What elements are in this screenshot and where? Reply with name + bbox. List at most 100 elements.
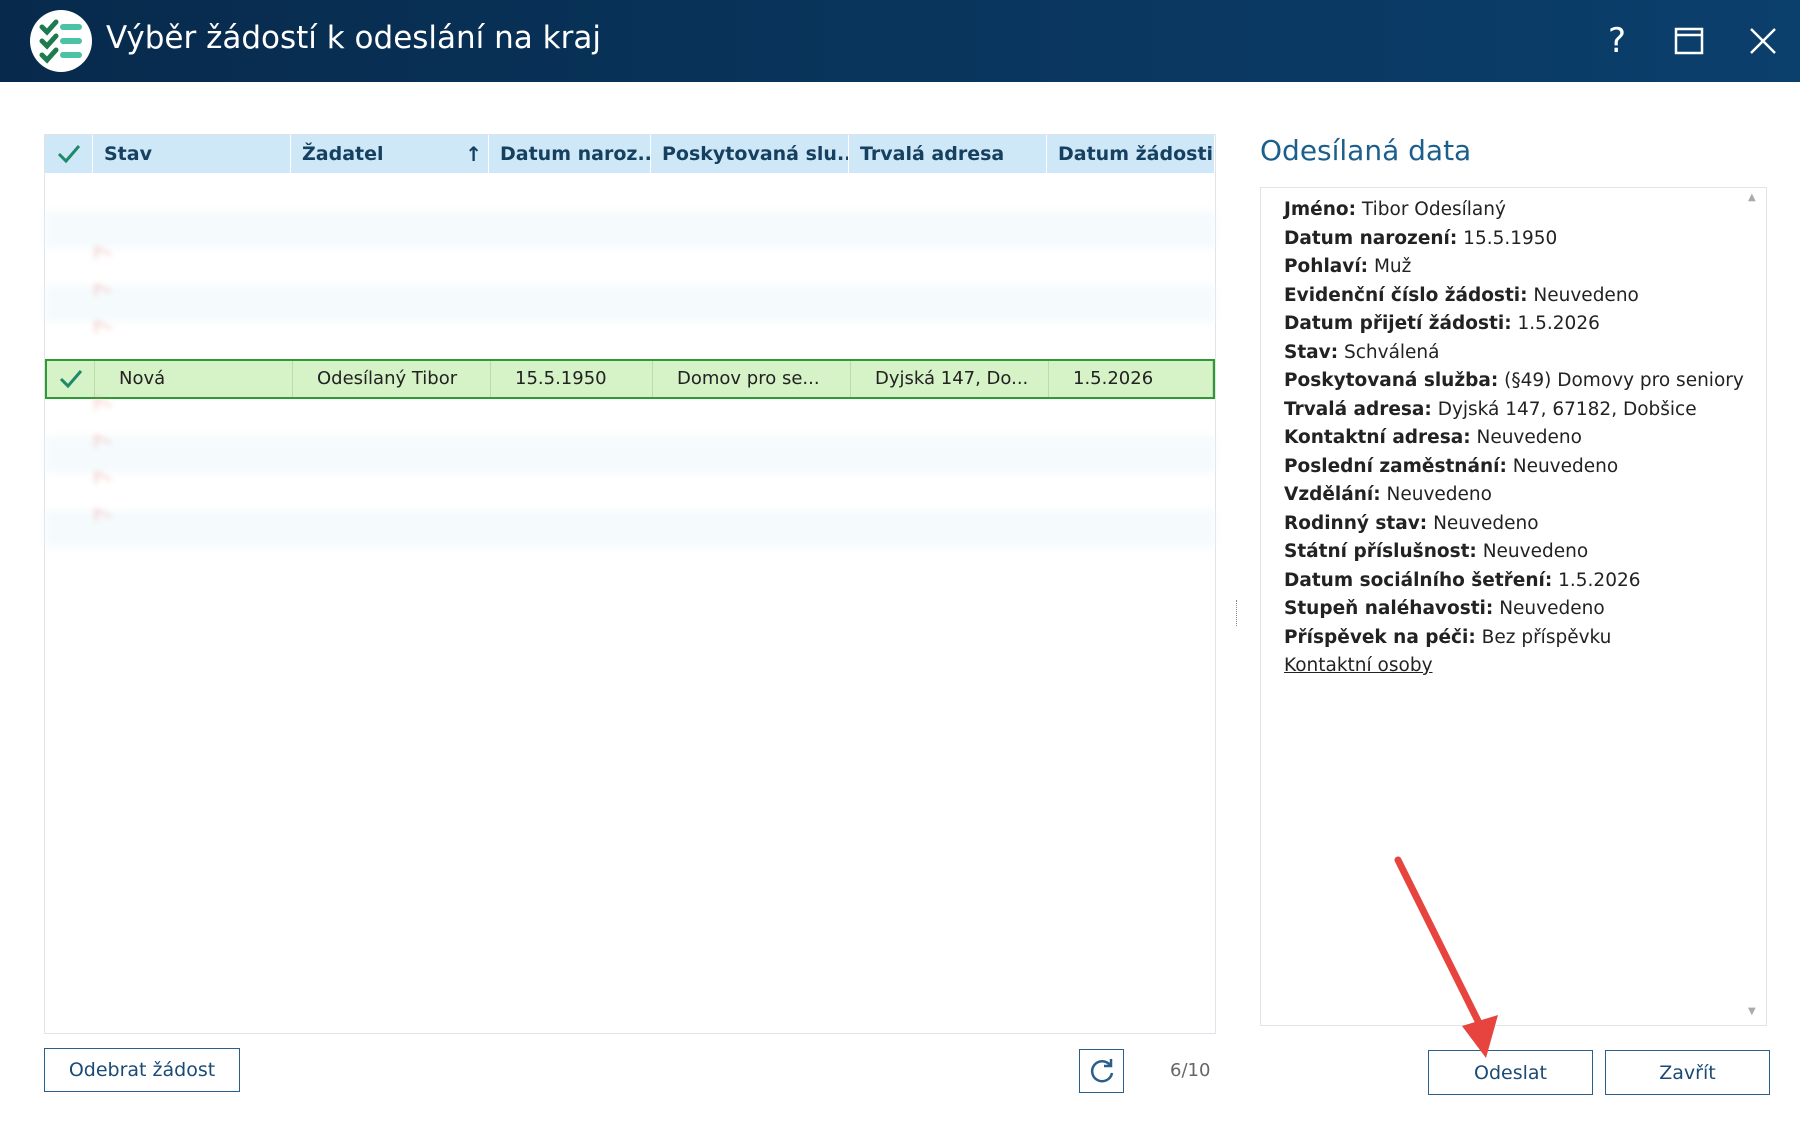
select-all-check[interactable] [45,135,93,173]
detail-line: Vzdělání: Neuvedeno [1284,484,1492,505]
detail-value: Neuvedeno [1470,427,1582,448]
detail-value: (§49) Domovy pro seniory [1498,370,1744,391]
maximize-icon [1674,27,1704,55]
table-row-blurred[interactable] [45,471,1215,510]
checkmark-icon [57,145,80,164]
detail-line: Kontaktní adresa: Neuvedeno [1284,427,1582,448]
detail-value: Neuvedeno [1476,541,1589,562]
panel-splitter[interactable] [1236,600,1239,626]
detail-value: Schválená [1338,342,1440,363]
detail-value: Dyjská 147, 67182, Dobšice [1431,399,1697,420]
detail-label: Datum přijetí žádosti: [1284,313,1512,334]
detail-value: 15.5.1950 [1457,228,1558,249]
column-header-datum-narozeni[interactable]: Datum naroz... [489,135,651,173]
table-row-blurred[interactable] [45,173,1215,210]
remove-request-button[interactable]: Odebrat žádost [44,1048,240,1092]
close-icon [1750,28,1776,54]
details-scrollbar[interactable]: ▲ ▼ [1742,188,1766,1025]
column-header-sluzba[interactable]: Poskytovaná slu... [651,135,849,173]
detail-value: Neuvedeno [1427,513,1539,534]
maximize-button[interactable] [1664,16,1714,66]
detail-label: Vzdělání: [1284,484,1381,505]
cell-datum-narozeni: 15.5.1950 [491,361,653,397]
table-row-blurred[interactable] [45,434,1215,473]
detail-label: Příspěvek na péči: [1284,627,1476,648]
detail-value: Muž [1368,256,1412,277]
detail-label: Poskytovaná služba: [1284,370,1499,391]
scroll-up-icon[interactable]: ▲ [1748,192,1756,203]
table-row-blurred[interactable] [45,397,1215,436]
flag-icon [95,471,111,491]
detail-value: Neuvedeno [1506,456,1619,477]
detail-line: Trvalá adresa: Dyjská 147, 67182, Dobšic… [1284,399,1697,420]
detail-line: Pohlaví: Muž [1284,256,1411,277]
table-row-blurred[interactable] [45,320,1215,352]
table-row-blurred[interactable] [45,283,1215,322]
window-title: Výběr žádostí k odeslání na kraj [106,20,601,56]
details-panel: Jméno: Tibor Odesílaný Datum narození: 1… [1260,187,1767,1026]
table-row-selected[interactable]: Nová Odesílaný Tibor 15.5.1950 Domov pro… [45,359,1215,399]
title-bar: Výběr žádostí k odeslání na kraj ? [0,0,1800,82]
column-label: Žadatel [302,143,384,165]
close-window-button[interactable] [1738,16,1788,66]
column-header-datum-zadosti[interactable]: Datum žádosti [1047,135,1215,173]
cell-adresa: Dyjská 147, Do... [851,361,1049,397]
detail-label: Datum sociálního šetření: [1284,570,1553,591]
contact-persons-link[interactable]: Kontaktní osoby [1284,655,1433,676]
detail-line: Stupeň naléhavosti: Neuvedeno [1284,598,1605,619]
refresh-button[interactable] [1079,1049,1124,1093]
detail-line: Datum sociálního šetření: 1.5.2026 [1284,570,1641,591]
detail-label: Stupeň naléhavosti: [1284,598,1494,619]
column-header-zadatel[interactable]: Žadatel ↑ [291,135,489,173]
detail-line: Příspěvek na péči: Bez příspěvku [1284,627,1611,648]
row-check[interactable] [47,361,95,397]
flag-icon [95,397,111,417]
table-row-blurred[interactable] [45,211,1215,248]
detail-line: Státní příslušnost: Neuvedeno [1284,541,1588,562]
question-icon: ? [1607,21,1627,61]
detail-label: Jméno: [1284,199,1356,220]
detail-line: Datum narození: 15.5.1950 [1284,228,1557,249]
scroll-down-icon[interactable]: ▼ [1748,1006,1756,1017]
detail-value: 1.5.2026 [1552,570,1641,591]
cell-datum-zadosti: 1.5.2026 [1049,361,1213,397]
flag-icon [95,246,111,266]
table-header: Stav Žadatel ↑ Datum naroz... Poskytovan… [45,135,1215,173]
column-header-stav[interactable]: Stav [93,135,291,173]
flag-icon [95,508,111,528]
detail-label: Stav: [1284,342,1339,363]
cell-stav: Nová [95,361,293,397]
checklist-logo-icon [30,10,92,72]
sort-arrow-up-icon: ↑ [465,142,482,166]
column-header-adresa[interactable]: Trvalá adresa [849,135,1047,173]
detail-label: Evidenční číslo žádosti: [1284,285,1528,306]
detail-label: Datum narození: [1284,228,1458,249]
detail-value: Bez příspěvku [1475,627,1612,648]
cell-zadatel: Odesílaný Tibor [293,361,491,397]
flag-icon [95,283,111,303]
detail-label: Státní příslušnost: [1284,541,1477,562]
close-button[interactable]: Zavřít [1605,1050,1770,1095]
detail-label: Rodinný stav: [1284,513,1428,534]
detail-line: Poskytovaná služba: (§49) Domovy pro sen… [1284,370,1744,391]
detail-line: Poslední zaměstnání: Neuvedeno [1284,456,1618,477]
panel-title: Odesílaná data [1260,134,1472,167]
detail-value: 1.5.2026 [1511,313,1600,334]
checkmark-icon [59,370,82,389]
send-button[interactable]: Odeslat [1428,1050,1593,1095]
requests-table: Stav Žadatel ↑ Datum naroz... Poskytovan… [44,134,1216,1034]
table-row-blurred[interactable] [45,508,1215,547]
detail-label: Kontaktní adresa: [1284,427,1471,448]
refresh-icon [1090,1059,1113,1083]
detail-line: Evidenční číslo žádosti: Neuvedeno [1284,285,1639,306]
detail-value: Tibor Odesílaný [1356,199,1506,220]
detail-line: Datum přijetí žádosti: 1.5.2026 [1284,313,1600,334]
detail-value: Neuvedeno [1493,598,1605,619]
table-row-blurred[interactable] [45,246,1215,285]
cell-sluzba: Domov pro se... [653,361,851,397]
detail-label: Pohlaví: [1284,256,1369,277]
detail-line: Stav: Schválená [1284,342,1440,363]
record-counter: 6/10 [1170,1060,1211,1081]
detail-line: Rodinný stav: Neuvedeno [1284,513,1539,534]
help-button[interactable]: ? [1592,16,1642,66]
